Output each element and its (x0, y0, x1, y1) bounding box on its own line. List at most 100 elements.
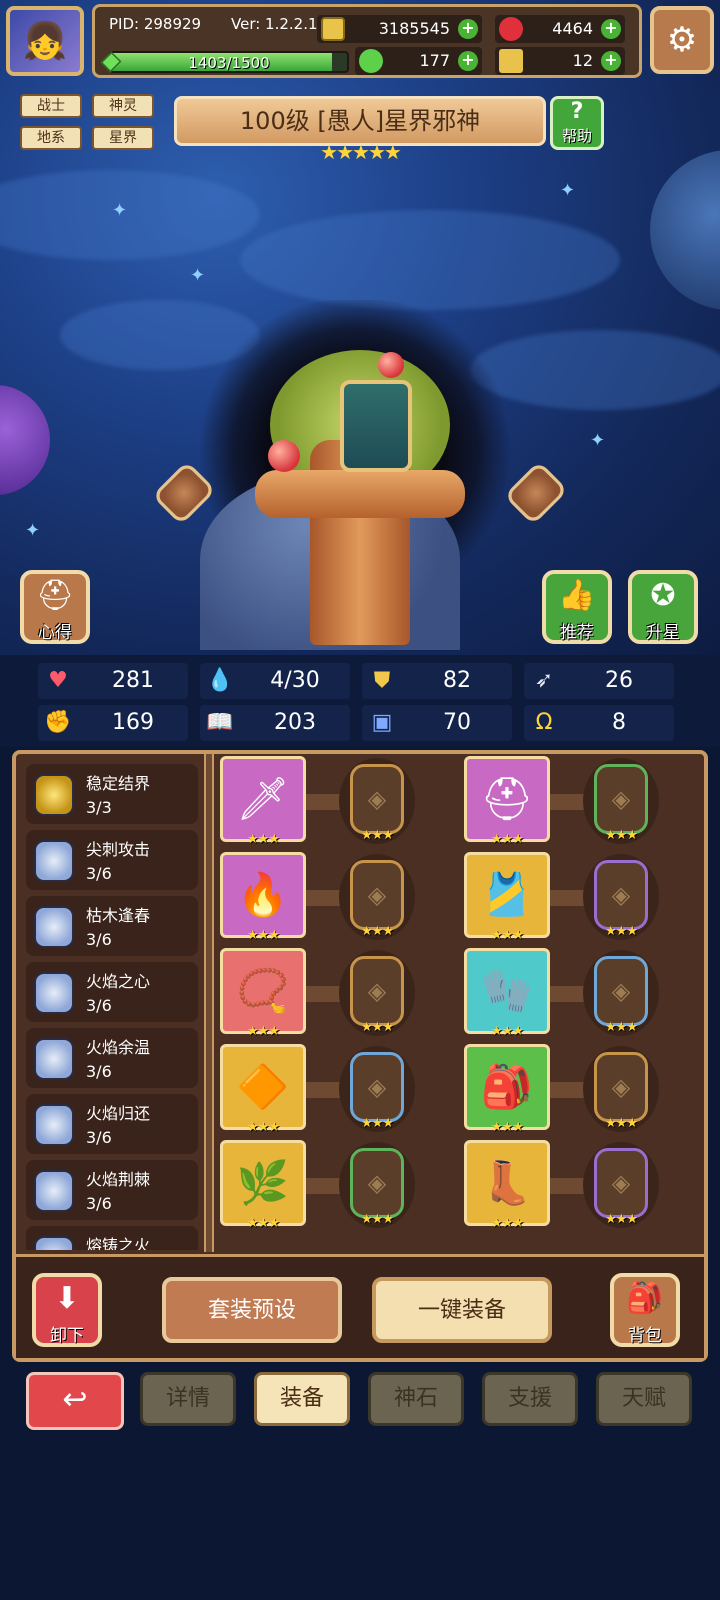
godstone-socket[interactable]: ◈ ★★★ (594, 956, 648, 1035)
upgrade-star-button[interactable]: ✪ 升星 (628, 570, 698, 644)
sparkle-icon: ✦ (190, 265, 206, 286)
stone-icon: ◈ (367, 785, 387, 813)
recommend-label: 推荐 (560, 623, 594, 643)
helmet-icon: ⛑ (480, 774, 534, 823)
back-arrow-icon: ↩ (62, 1382, 88, 1417)
stat-defense-value: 82 (443, 668, 471, 693)
add-ruby-button[interactable]: + (601, 19, 621, 39)
ring-slot[interactable]: 🔶 ★★★ (220, 1044, 306, 1135)
stone-stars: ★★★ (605, 924, 638, 939)
armor-icon: ▣ (371, 710, 393, 735)
tab-support[interactable]: 支援 (482, 1372, 578, 1426)
tab-godstone[interactable]: 神石 (368, 1372, 464, 1426)
stone-icon: ◈ (367, 1073, 387, 1101)
fist-icon: ✊ (44, 710, 72, 735)
player-avatar[interactable]: 👧 (6, 6, 84, 76)
insight-button[interactable]: ⛑ 心得 (20, 570, 90, 644)
back-button[interactable]: ↩ (26, 1372, 124, 1430)
godstone-socket[interactable]: ◈ ★★★ (350, 860, 404, 939)
godstone-socket[interactable]: ◈ ★★★ (594, 860, 648, 939)
godstone-socket[interactable]: ◈ ★★★ (350, 1052, 404, 1131)
set-item[interactable]: 火焰之心 3/6 (26, 962, 198, 1022)
red-orb (378, 352, 404, 378)
bracer-icon: 🧤 (480, 966, 534, 1015)
book-icon: 📖 (206, 710, 234, 735)
add-key-button[interactable]: + (601, 51, 621, 71)
helmet-slot[interactable]: ⛑ ★★★ (464, 756, 550, 847)
necklace-slot[interactable]: 📿 ★★★ (220, 948, 306, 1039)
slot-stars: ★★★ (247, 1024, 280, 1039)
godstone-socket[interactable]: ◈ ★★★ (350, 956, 404, 1035)
godstone-socket[interactable]: ◈ ★★★ (594, 1052, 648, 1131)
weapon-slot[interactable]: 🗡 ★★★ (220, 756, 306, 847)
unequip-button[interactable]: ⬇ 卸下 (32, 1273, 102, 1347)
settings-button[interactable]: ⚙ (650, 6, 714, 74)
armor-slot[interactable]: 🔥 ★★★ (220, 852, 306, 943)
stone-stars: ★★★ (361, 1020, 394, 1035)
cloud (0, 170, 260, 260)
cloud (240, 210, 620, 310)
set-badge-icon (34, 1038, 74, 1080)
hero-title: 100级 [愚人]星界邪神 (174, 96, 546, 146)
down-arrow-icon: ⬇ (54, 1281, 80, 1316)
godstone-socket[interactable]: ◈ ★★★ (594, 764, 648, 843)
clover-icon (359, 49, 383, 73)
key-resource: 12 + (495, 47, 625, 75)
godstone-socket[interactable]: ◈ ★★★ (594, 1148, 648, 1227)
set-name: 火焰荆棘 (86, 1170, 151, 1189)
set-badge-icon (34, 840, 74, 882)
tab-talent[interactable]: 天赋 (596, 1372, 692, 1426)
stat-luck: Ω 8 (524, 705, 674, 741)
belt-slot[interactable]: 🎒 ★★★ (464, 1044, 550, 1135)
stone-stars: ★★★ (605, 1212, 638, 1227)
stone-stars: ★★★ (605, 1116, 638, 1131)
stone-icon: ◈ (611, 785, 631, 813)
set-item[interactable]: 火焰荆棘 3/6 (26, 1160, 198, 1220)
tab-details[interactable]: 详情 (140, 1372, 236, 1426)
godstone-socket[interactable]: ◈ ★★★ (350, 1148, 404, 1227)
add-clover-button[interactable]: + (458, 51, 478, 71)
help-button[interactable]: ? 帮助 (550, 96, 604, 150)
set-item[interactable]: 火焰余温 3/6 (26, 1028, 198, 1088)
set-item[interactable]: 枯木逢春 3/6 (26, 896, 198, 956)
slot-stars: ★★★ (491, 928, 524, 943)
chest-slot[interactable]: 🎽 ★★★ (464, 852, 550, 943)
stone-icon: ◈ (611, 1169, 631, 1197)
tag-class: 战士 (20, 94, 82, 118)
equipment-actions: ⬇ 卸下 套装预设 一键装备 🎒 背包 (16, 1254, 704, 1358)
wreath-icon: 🌿 (236, 1158, 290, 1207)
set-item[interactable]: 稳定结界 3/3 (26, 764, 198, 824)
preset-button[interactable]: 套装预设 (162, 1277, 342, 1343)
godstone-socket[interactable]: ◈ ★★★ (350, 764, 404, 843)
clover-value: 177 (419, 51, 450, 70)
recommend-button[interactable]: 👍 推荐 (542, 570, 612, 644)
set-badge-icon (34, 1104, 74, 1146)
set-name: 尖刺攻击 (86, 840, 151, 859)
set-item[interactable]: 熔铸之火 (26, 1226, 198, 1250)
add-gold-button[interactable]: + (458, 19, 478, 39)
set-bonus-list[interactable]: 稳定结界 3/3 尖刺攻击 3/6 枯木逢春 3/6 火焰之心 3/6 火焰余温… (26, 764, 198, 1250)
accessory-slot[interactable]: 🌿 ★★★ (220, 1140, 306, 1231)
set-item[interactable]: 尖刺攻击 3/6 (26, 830, 198, 890)
red-orb (268, 440, 300, 472)
water-drop-icon: 💧 (206, 668, 234, 693)
set-name: 熔铸之火 (86, 1236, 151, 1250)
stone-stars: ★★★ (361, 924, 394, 939)
stat-speed-value: 26 (605, 668, 633, 693)
tab-equip[interactable]: 装备 (254, 1372, 350, 1426)
auto-equip-button[interactable]: 一键装备 (372, 1277, 552, 1343)
helmet-icon: ⛑ (35, 578, 75, 613)
stone-icon: ◈ (611, 977, 631, 1005)
set-item[interactable]: 火焰归还 3/6 (26, 1094, 198, 1154)
planet-left (0, 385, 50, 495)
stat-magic: 📖 203 (200, 705, 350, 741)
bracer-slot[interactable]: 🧤 ★★★ (464, 948, 550, 1039)
set-count: 3/6 (86, 1128, 112, 1147)
boots-icon: 👢 (480, 1158, 534, 1207)
boots-slot[interactable]: 👢 ★★★ (464, 1140, 550, 1231)
backpack-button[interactable]: 🎒 背包 (610, 1273, 680, 1347)
clover-resource: 177 + (355, 47, 482, 75)
key-icon (499, 49, 523, 73)
set-name: 火焰归还 (86, 1104, 151, 1123)
slot-stars: ★★★ (491, 832, 524, 847)
